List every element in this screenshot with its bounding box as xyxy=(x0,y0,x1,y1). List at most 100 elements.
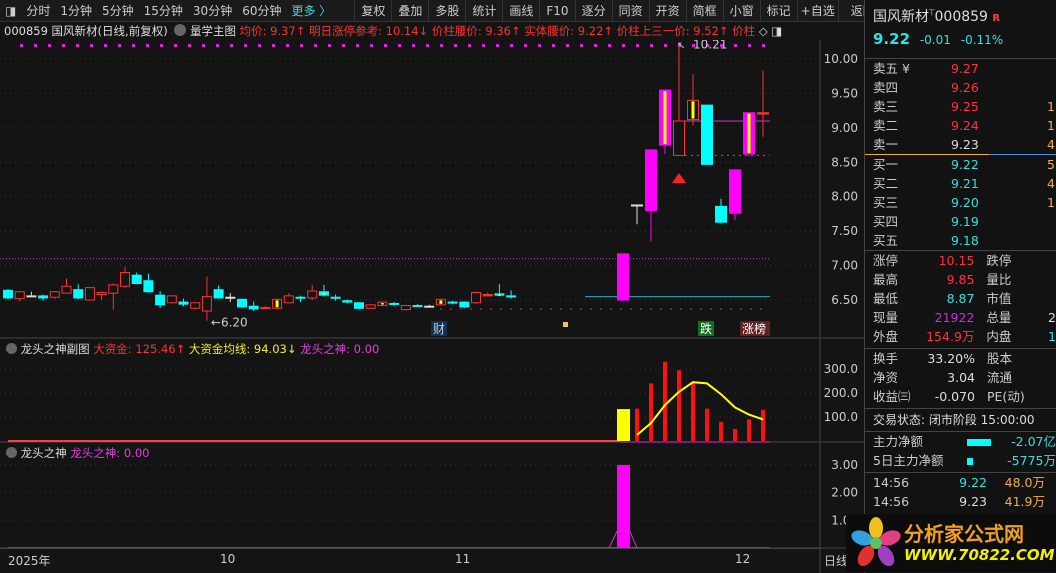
limit-ref: 明日涨停参考: 10.14↓ xyxy=(309,24,429,38)
candle-body xyxy=(729,169,741,214)
btn-f10[interactable]: F10 xyxy=(539,0,574,22)
period-fenshi[interactable]: 分时 xyxy=(21,2,55,19)
top-marker xyxy=(90,44,93,47)
top-marker xyxy=(468,44,471,47)
top-marker xyxy=(734,44,737,47)
quote-code: 000859 xyxy=(934,9,988,25)
kline-chart[interactable]: 10.00 9.50 9.00 8.50 8.00 7.50 7.00 6.50 10.21 ↖ ←… xyxy=(0,40,864,573)
top-marker xyxy=(454,44,457,47)
btn-xiaochuang[interactable]: 小窗 xyxy=(722,0,760,22)
candle-body xyxy=(120,271,130,287)
period-1min[interactable]: 1分钟 xyxy=(55,2,97,19)
price-tick: 7.50 xyxy=(831,224,858,238)
volume-tick: 300.0 xyxy=(824,362,858,376)
top-marker xyxy=(104,44,107,47)
top-marker xyxy=(20,44,23,47)
sidebar-toggle-icon[interactable]: ◨ xyxy=(0,4,21,18)
stat-label-2: 内盘 xyxy=(986,329,1012,344)
top-marker xyxy=(118,44,121,47)
stat-value: 21922 xyxy=(934,310,975,325)
btn-tongji[interactable]: 统计 xyxy=(465,0,502,22)
top-marker xyxy=(146,44,149,47)
time-axis: 2025年 10 11 12 xyxy=(0,548,820,573)
dropdown-icon[interactable] xyxy=(174,24,187,36)
btn-biaoji[interactable]: 标记 xyxy=(759,0,797,22)
top-marker xyxy=(524,44,527,47)
btn-tongzi[interactable]: 同资 xyxy=(611,0,649,22)
indicator-name[interactable]: 量学主图 xyxy=(190,24,236,38)
dropdown-icon[interactable] xyxy=(6,343,17,354)
top-marker xyxy=(34,44,37,47)
btn-kaizi[interactable]: 开资 xyxy=(648,0,686,22)
candle-body xyxy=(307,290,318,299)
dropdown-icon[interactable] xyxy=(6,447,17,458)
top-marker xyxy=(314,44,317,47)
volume-bar xyxy=(747,419,751,441)
fund-label-2: 流通 xyxy=(987,370,1013,385)
god-tick: 3.00 xyxy=(831,458,858,472)
stat-label-2: 总量 xyxy=(986,310,1012,325)
watermark: 分析家公式网 WWW.70822.COM xyxy=(846,514,1056,572)
dragon-god-2: 龙头之神: 0.00 xyxy=(70,446,150,460)
top-marker xyxy=(272,44,275,47)
stat-value: 9.85 xyxy=(946,272,975,287)
quote-tag: R xyxy=(992,13,1001,24)
bid-price: 9.20 xyxy=(951,195,979,210)
volume-bar xyxy=(663,361,667,441)
btn-fuquan[interactable]: 复权 xyxy=(354,0,391,22)
diamond-icon[interactable]: ◇ ◨ xyxy=(759,24,782,38)
btn-diejia[interactable]: 叠加 xyxy=(391,0,428,22)
flow-bar xyxy=(967,439,992,446)
top-marker xyxy=(552,44,555,47)
bid-volume xyxy=(993,212,1055,231)
btn-zhufen[interactable]: 逐分 xyxy=(574,0,612,22)
flow-bar xyxy=(967,458,974,465)
fund-label-2: 股本 xyxy=(987,351,1013,366)
top-marker xyxy=(328,44,331,47)
candle-body xyxy=(482,294,493,297)
period-15min[interactable]: 15分钟 xyxy=(139,2,188,19)
marker-cai: 财 xyxy=(433,322,445,336)
btn-add-watchlist[interactable]: +自选 xyxy=(796,0,838,22)
top-marker xyxy=(132,44,135,47)
stat-label-2: 量比 xyxy=(986,272,1012,287)
candle-body xyxy=(225,296,236,299)
ask-price: 9.26 xyxy=(951,80,979,95)
top-marker xyxy=(356,44,359,47)
candle-body xyxy=(131,274,142,284)
candle-body xyxy=(715,205,727,223)
top-marker xyxy=(230,44,233,47)
top-marker xyxy=(160,44,163,47)
volume-bar xyxy=(761,409,765,441)
top-marker xyxy=(258,44,261,47)
top-marker xyxy=(762,44,765,47)
period-60min[interactable]: 60分钟 xyxy=(237,2,286,19)
candle-flag xyxy=(380,303,384,305)
dragon-god: 龙头之神: 0.00 xyxy=(300,342,380,356)
flower-logo-icon xyxy=(851,517,901,567)
btn-jiankuang[interactable]: 简框 xyxy=(685,0,723,22)
price-tick: 9.50 xyxy=(831,86,858,100)
marker-die: 跌 xyxy=(700,321,712,336)
fund-value: 3.04 xyxy=(947,370,975,385)
top-marker xyxy=(538,44,541,47)
stat-label-2: 市值 xyxy=(986,291,1012,306)
volume-bar xyxy=(635,408,639,441)
candle-body xyxy=(26,295,37,298)
more-button[interactable]: 更多 〉 xyxy=(286,2,336,19)
stat-label: 最高 xyxy=(873,272,899,287)
trade-status: 交易状态: 闭市阶段 15:00:00 xyxy=(873,413,1035,427)
bid-volume: 1 xyxy=(1047,195,1055,210)
order-book: 卖五 ¥ 9.27 卖四 9.26 卖三 9.25 1 卖二 9.24 1 卖一 9.23 4 买一 9.2… xyxy=(865,59,1056,250)
btn-huaxian[interactable]: 画线 xyxy=(502,0,539,22)
btn-duogu[interactable]: 多股 xyxy=(428,0,465,22)
stat-value-2: 2 xyxy=(1048,310,1056,325)
volume-bar xyxy=(733,429,737,441)
stats: 涨停 10.15 跌停 最高 9.85 量比 最低 8.87 市值 现量 21922 总量 2 外盘 154… xyxy=(865,250,1056,346)
period-label[interactable]: 日线 xyxy=(824,552,848,569)
volume-bar xyxy=(691,383,695,441)
period-5min[interactable]: 5分钟 xyxy=(97,2,139,19)
flow-label: 5日主力净额 xyxy=(873,453,944,468)
candle-body xyxy=(96,291,107,296)
period-30min[interactable]: 30分钟 xyxy=(188,2,237,19)
